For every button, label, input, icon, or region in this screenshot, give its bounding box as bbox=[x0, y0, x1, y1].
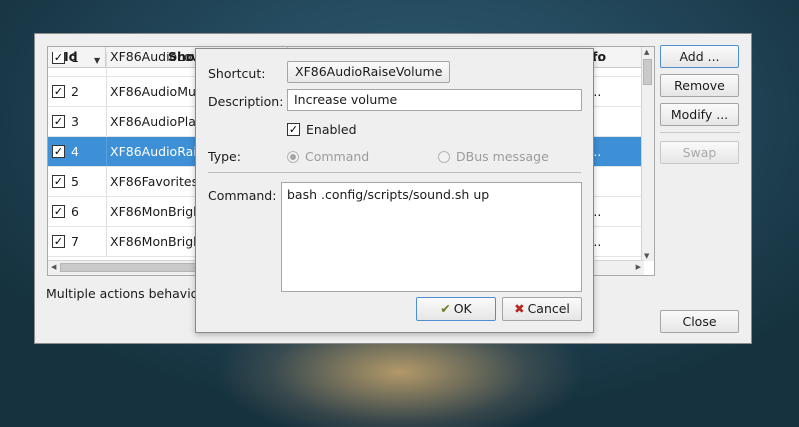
enabled-label: Enabled bbox=[306, 122, 357, 137]
cancel-x-icon: ✖ bbox=[514, 301, 525, 316]
row-id: 1 bbox=[71, 52, 79, 65]
row-id: 7 bbox=[71, 234, 79, 249]
shortcut-key-button[interactable]: XF86AudioRaiseVolume bbox=[287, 61, 451, 83]
type-dbus-radio[interactable]: DBus message bbox=[438, 149, 549, 164]
radio-selected-icon[interactable] bbox=[287, 150, 299, 163]
command-label: Command: bbox=[208, 188, 277, 203]
enabled-checkbox-row[interactable]: ✓ Enabled bbox=[287, 122, 357, 137]
ok-check-icon: ✔ bbox=[440, 301, 451, 316]
row-id: 3 bbox=[71, 114, 79, 129]
row-id-cell: ✓ 5 bbox=[52, 167, 106, 196]
close-button[interactable]: Close bbox=[660, 310, 739, 333]
row-id: 5 bbox=[71, 174, 79, 189]
enabled-checkbox[interactable]: ✓ bbox=[287, 123, 300, 136]
type-label: Type: bbox=[208, 149, 241, 164]
description-field[interactable]: Increase volume bbox=[287, 89, 582, 111]
row-enabled-checkbox[interactable]: ✓ bbox=[52, 85, 65, 98]
scroll-right-icon[interactable]: ▶ bbox=[636, 263, 641, 271]
row-id: 6 bbox=[71, 204, 79, 219]
radio-unselected-icon[interactable] bbox=[438, 150, 450, 163]
type-dbus-label: DBus message bbox=[456, 149, 549, 164]
remove-button[interactable]: Remove bbox=[660, 74, 739, 97]
row-id-cell: ✓ 6 bbox=[52, 197, 106, 226]
multiple-actions-label: Multiple actions behaviou bbox=[46, 286, 207, 301]
row-enabled-checkbox[interactable]: ✓ bbox=[52, 115, 65, 128]
row-id: 4 bbox=[71, 144, 79, 159]
button-separator bbox=[660, 132, 740, 133]
row-enabled-checkbox[interactable]: ✓ bbox=[52, 52, 65, 64]
scroll-left-icon[interactable]: ◀ bbox=[51, 263, 56, 271]
type-command-label: Command bbox=[305, 149, 370, 164]
cancel-button[interactable]: ✖ Cancel bbox=[502, 297, 582, 321]
ok-button[interactable]: ✔ OK bbox=[416, 297, 496, 321]
row-enabled-checkbox[interactable]: ✓ bbox=[52, 205, 65, 218]
swap-button[interactable]: Swap bbox=[660, 141, 739, 164]
command-textarea[interactable]: bash .config/scripts/sound.sh up bbox=[281, 182, 582, 292]
row-enabled-checkbox[interactable]: ✓ bbox=[52, 175, 65, 188]
row-id-cell: ✓ 2 bbox=[52, 77, 106, 106]
add-button[interactable]: Add ... bbox=[660, 45, 739, 68]
scroll-up-icon[interactable]: ▲ bbox=[644, 48, 649, 56]
row-id-cell: ✓ 7 bbox=[52, 227, 106, 256]
edit-shortcut-dialog: Shortcut: XF86AudioRaiseVolume Descripti… bbox=[195, 48, 594, 333]
row-id: 2 bbox=[71, 84, 79, 99]
type-command-radio[interactable]: Command bbox=[287, 149, 369, 164]
row-enabled-checkbox[interactable]: ✓ bbox=[52, 145, 65, 158]
vertical-scroll-thumb[interactable] bbox=[643, 59, 652, 85]
row-id-cell: ✓ 3 bbox=[52, 107, 106, 136]
row-id-cell: ✓ 1 bbox=[52, 52, 106, 76]
dialog-separator bbox=[208, 172, 581, 173]
ok-label: OK bbox=[453, 301, 472, 316]
vertical-scrollbar[interactable]: ▲ ▼ bbox=[641, 47, 654, 261]
description-label: Description: bbox=[208, 94, 284, 109]
scroll-down-icon[interactable]: ▼ bbox=[644, 252, 649, 260]
shortcut-label: Shortcut: bbox=[208, 66, 266, 81]
cancel-label: Cancel bbox=[527, 301, 570, 316]
modify-button[interactable]: Modify ... bbox=[660, 103, 739, 126]
row-id-cell: ✓ 4 bbox=[52, 137, 106, 166]
horizontal-scroll-thumb[interactable] bbox=[60, 263, 210, 272]
row-enabled-checkbox[interactable]: ✓ bbox=[52, 235, 65, 248]
